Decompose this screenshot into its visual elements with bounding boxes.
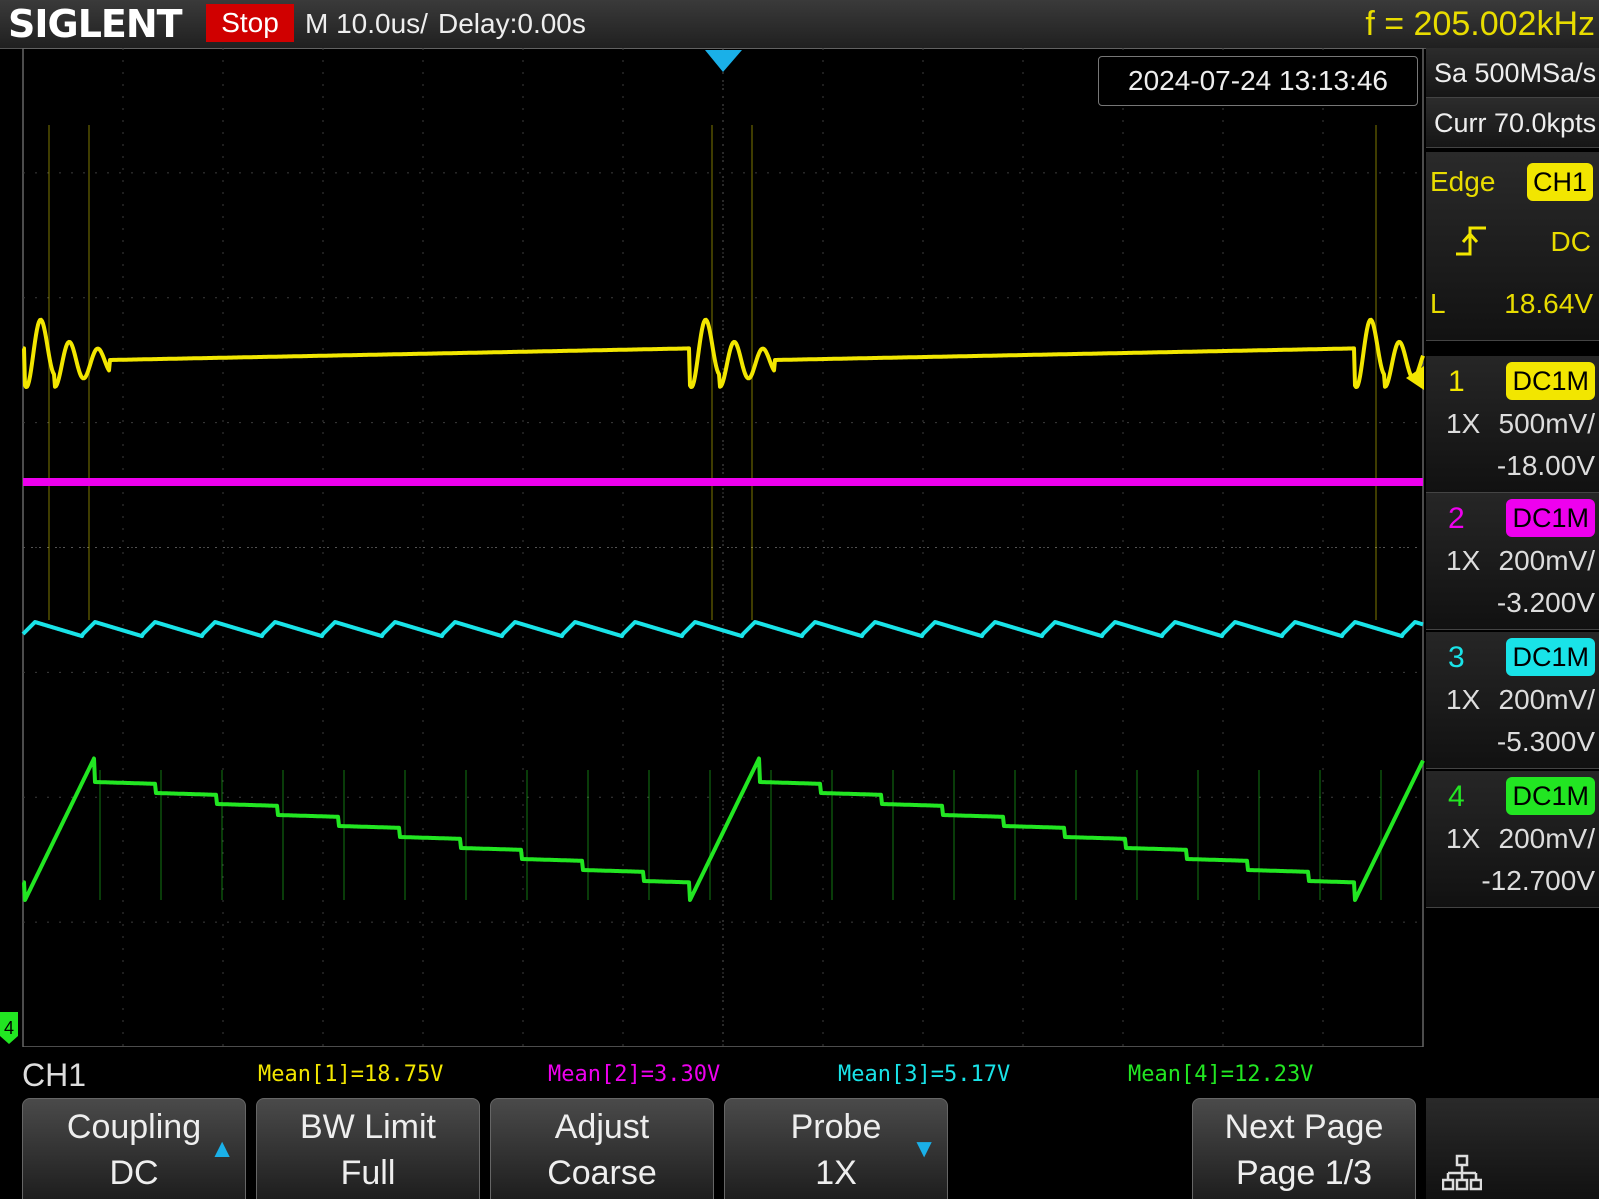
channel-coupling: DC1M [1506, 362, 1595, 400]
channel-coupling: DC1M [1506, 499, 1595, 537]
channel-4-panel[interactable]: 4 DC1M 1X 200mV/ -12.700V [1426, 771, 1599, 908]
top-status-bar: SIGLENT Stop M 10.0us/ Delay:0.00s f = 2… [0, 0, 1599, 49]
trigger-source: CH1 [1526, 163, 1593, 201]
softkey-title: BW Limit [300, 1108, 436, 1146]
measurement-mean-3: Mean[3]=5.17V [838, 1062, 1011, 1087]
ch4-ground-marker[interactable]: 4 [0, 1012, 18, 1044]
channel-3-panel[interactable]: 3 DC1M 1X 200mV/ -5.300V [1426, 632, 1599, 769]
channel-offset: -18.00V [1496, 450, 1595, 481]
channel-scale: 200mV/ [1498, 684, 1596, 715]
channel-coupling: DC1M [1506, 777, 1595, 815]
channel-2-panel[interactable]: 2 DC1M 1X 200mV/ -3.200V [1426, 493, 1599, 630]
softkey-value: Coarse [547, 1154, 657, 1192]
network-status[interactable] [1426, 1098, 1599, 1199]
adjust-softkey[interactable]: Adjust Coarse [490, 1098, 714, 1199]
frequency-counter: f = 205.002kHz [1365, 5, 1595, 43]
trigger-panel[interactable]: Edge CH1 DC L 18.64V [1426, 152, 1599, 341]
datetime-stamp: 2024-07-24 13:13:46 [1098, 56, 1418, 106]
channel-offset: -12.700V [1481, 865, 1595, 896]
next-page-softkey[interactable]: Next Page Page 1/3 [1192, 1098, 1416, 1199]
channel-number: 2 [1448, 502, 1465, 535]
arrow-up-icon: ▲ [209, 1133, 235, 1163]
rising-edge-icon [1452, 214, 1492, 283]
channel-scale: 200mV/ [1498, 545, 1596, 576]
probe-softkey[interactable]: Probe 1X ▼ [724, 1098, 948, 1199]
softkey-value: Page 1/3 [1235, 1154, 1373, 1192]
timebase-readout[interactable]: M 10.0us/ [305, 4, 428, 44]
channel-number: 1 [1448, 365, 1465, 398]
softkey-title: Next Page [1224, 1108, 1384, 1146]
channel-number: 3 [1448, 641, 1465, 674]
arrow-down-icon: ▼ [911, 1133, 937, 1163]
trigger-type: Edge [1430, 166, 1496, 197]
trigger-level-label: L [1430, 288, 1446, 319]
measurement-mean-4: Mean[4]=12.23V [1128, 1062, 1314, 1087]
measurement-mean-1: Mean[1]=18.75V [258, 1062, 444, 1087]
bw-limit-softkey[interactable]: BW Limit Full [256, 1098, 480, 1199]
channel-probe: 1X [1446, 823, 1481, 854]
coupling-softkey[interactable]: Coupling DC ▲ [22, 1098, 246, 1199]
softkey-value: Full [340, 1154, 396, 1192]
channel-scale: 200mV/ [1498, 823, 1596, 854]
channel-offset: -3.200V [1496, 587, 1595, 618]
trigger-coupling: DC [1550, 226, 1591, 257]
channel-probe: 1X [1446, 684, 1481, 715]
measurement-mean-2: Mean[2]=3.30V [548, 1062, 721, 1087]
run-stop-indicator[interactable]: Stop [206, 4, 294, 42]
memory-depth: Curr 70.0kpts [1426, 98, 1599, 148]
svg-text:4: 4 [4, 1018, 14, 1038]
ch4-trace [22, 756, 1425, 902]
delay-readout[interactable]: Delay:0.00s [438, 4, 586, 44]
softkey-title: Adjust [554, 1108, 650, 1146]
network-icon [1441, 1154, 1483, 1199]
selected-channel-label: CH1 [22, 1057, 87, 1093]
channel-scale: 500mV/ [1498, 408, 1596, 439]
trigger-position-marker[interactable] [705, 50, 742, 72]
channel-probe: 1X [1446, 545, 1481, 576]
brand-logo: SIGLENT [8, 2, 183, 46]
graticule [22, 48, 1424, 1047]
channel-number: 4 [1448, 780, 1465, 813]
sample-rate: Sa 500MSa/s [1426, 48, 1599, 98]
channel-probe: 1X [1446, 408, 1481, 439]
trigger-level: 18.64V [1504, 288, 1593, 319]
channel-1-panel[interactable]: 1 DC1M 1X 500mV/ -18.00V [1426, 356, 1599, 493]
waveform-display[interactable]: 4 [0, 48, 1425, 1047]
channel-coupling: DC1M [1506, 638, 1595, 676]
channel-offset: -5.300V [1496, 726, 1595, 757]
